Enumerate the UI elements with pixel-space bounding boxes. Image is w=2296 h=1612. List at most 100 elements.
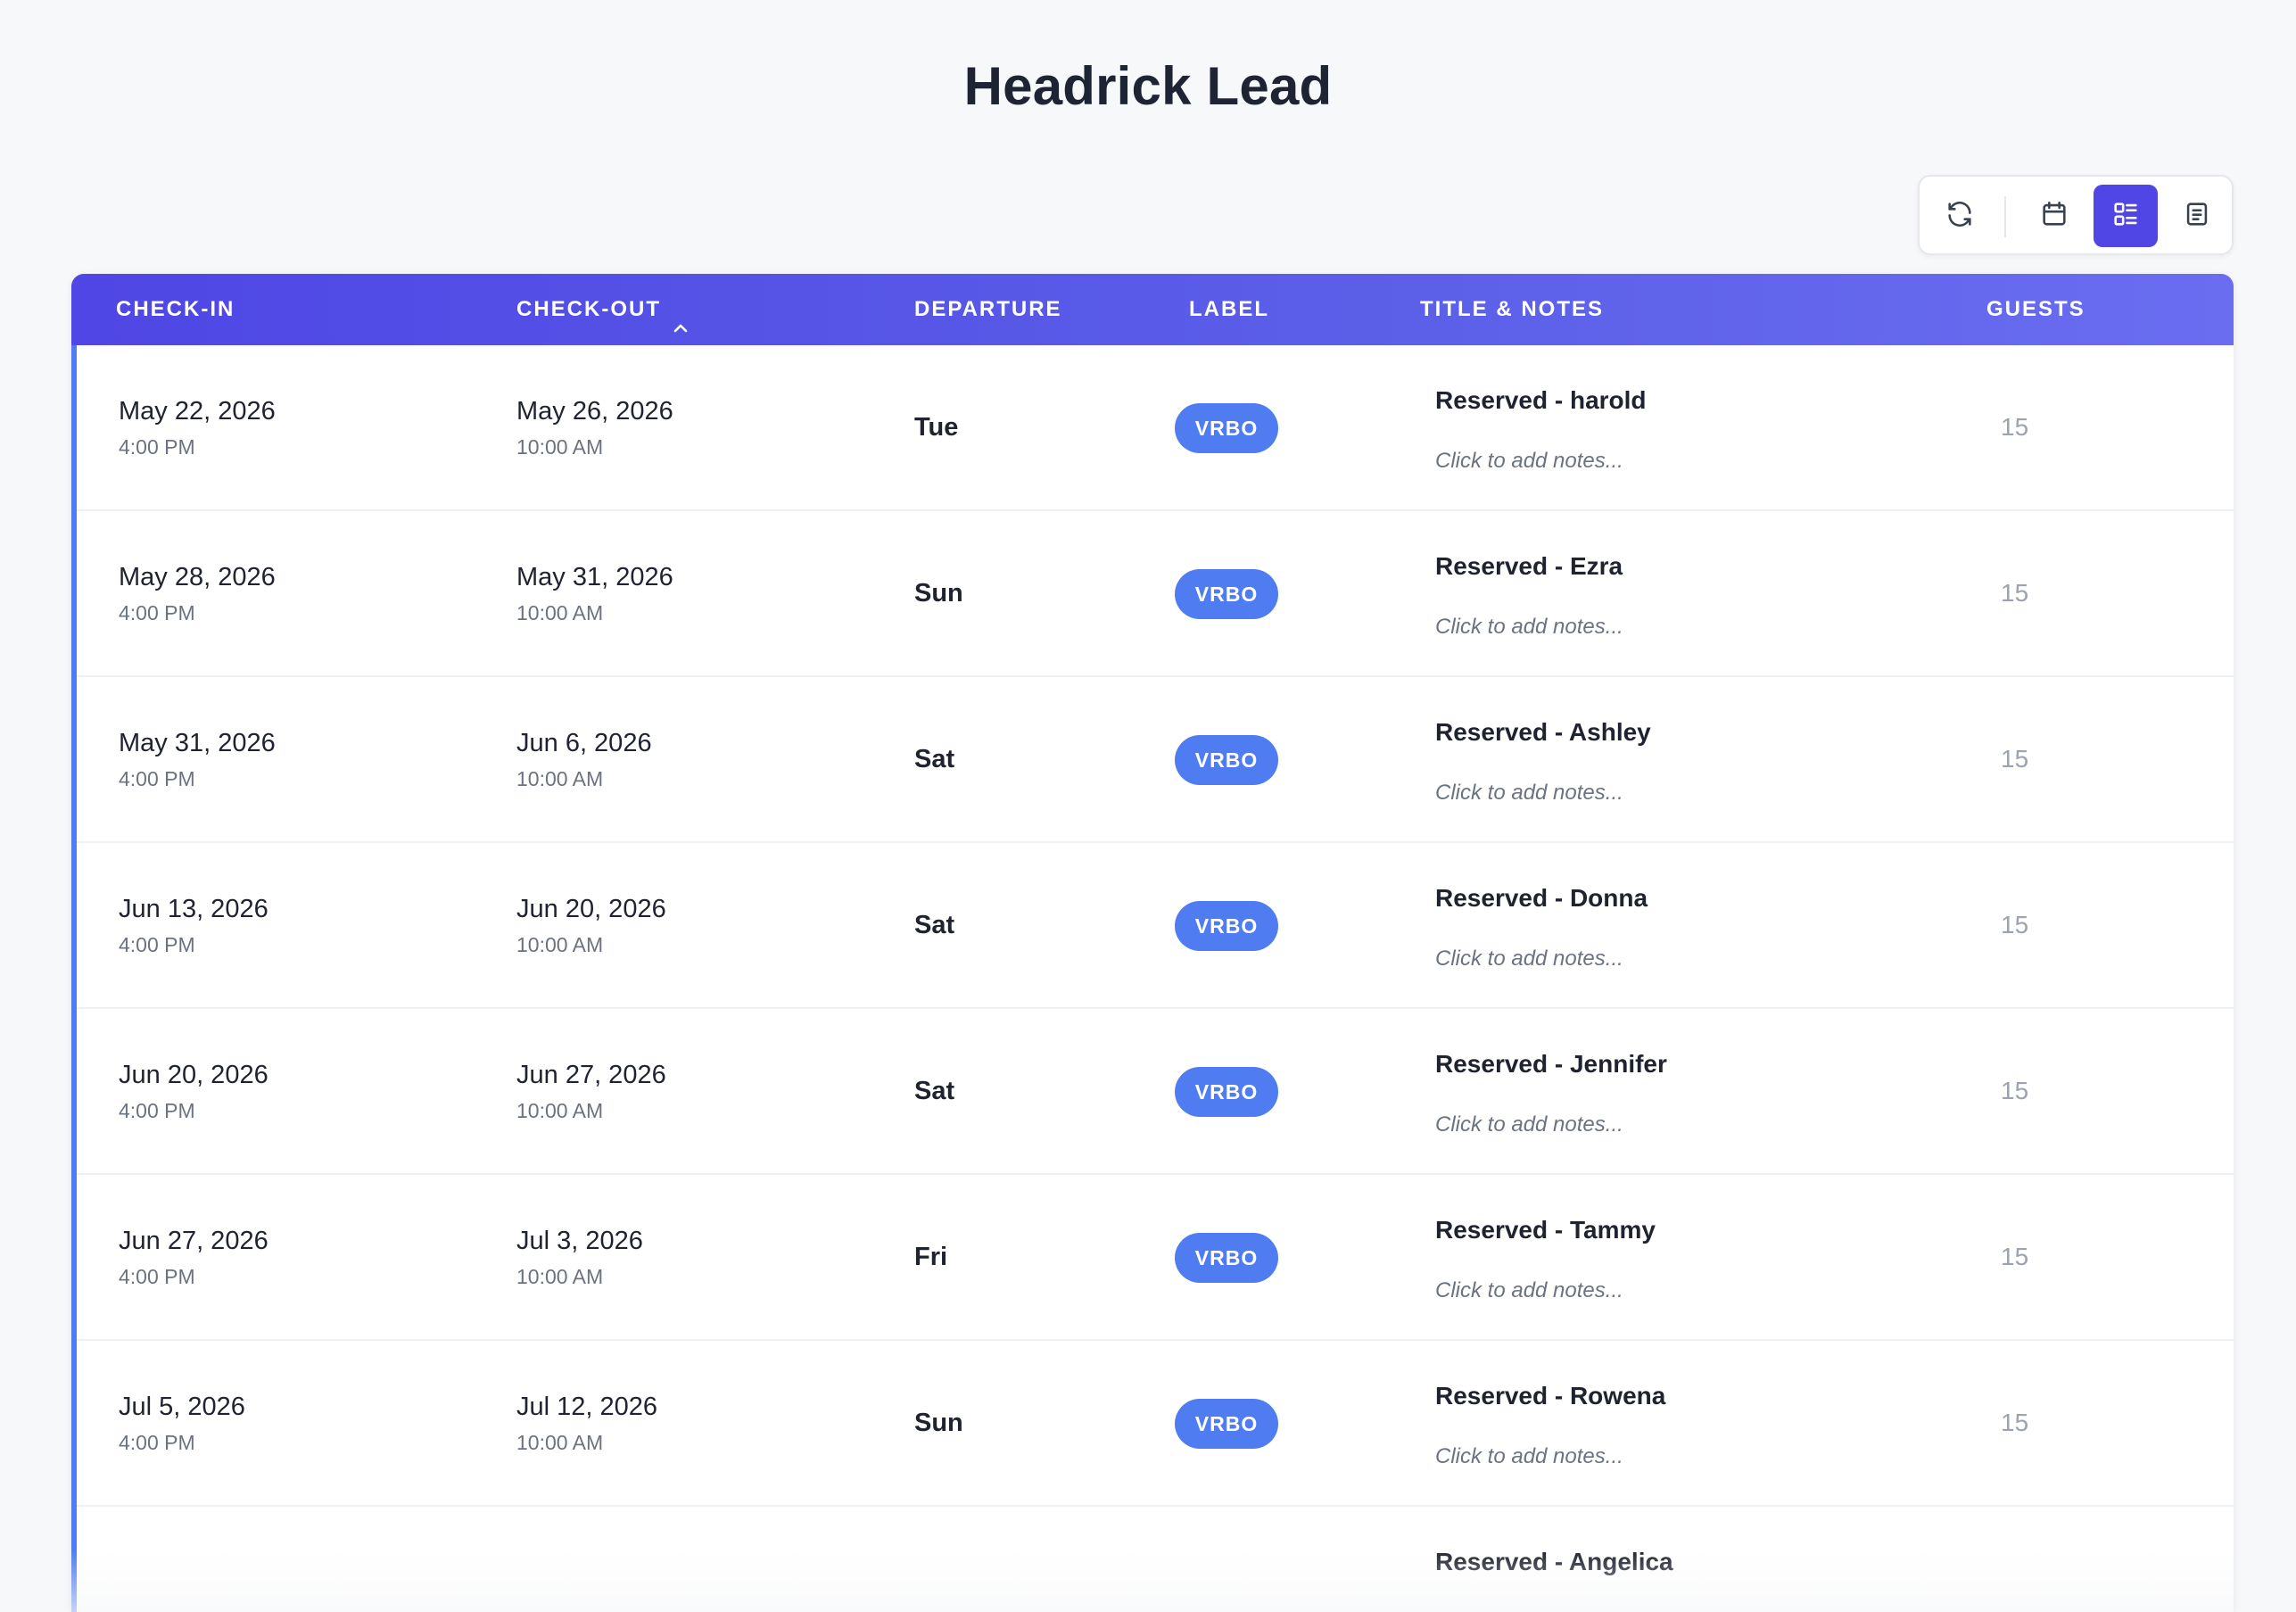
checkin-cell: Jul 5, 2026 4:00 PM	[119, 1393, 245, 1455]
refresh-button[interactable]	[1928, 185, 1992, 247]
reservations-table: CHECK-IN CHECK-OUT DEPARTURE LABEL TITLE…	[71, 274, 2234, 1612]
table-row[interactable]: Jul 5, 2026 4:00 PM Jul 12, 2026 10:00 AM Su…	[77, 1341, 2234, 1507]
label-badge[interactable]: VRBO	[1175, 735, 1278, 785]
checkin-time: 4:00 PM	[119, 601, 195, 624]
checkout-time: 10:00 AM	[516, 1431, 604, 1454]
checkin-time: 4:00 PM	[119, 1099, 195, 1122]
checkin-time: 4:00 PM	[119, 1431, 195, 1454]
checkout-date: Jun 27, 2026	[516, 1061, 666, 1089]
table-row[interactable]: May 31, 2026 4:00 PM Jun 6, 2026 10:00 AM Sa…	[77, 677, 2234, 843]
title-notes-cell: Reserved - Jennifer Click to add notes...	[1435, 1050, 1667, 1137]
checkin-time: 4:00 PM	[119, 435, 195, 459]
table-row[interactable]: May 22, 2026 4:00 PM May 26, 2026 10:00 AM T…	[77, 345, 2234, 511]
reservation-title[interactable]: Reserved - Jennifer	[1435, 1050, 1667, 1079]
notes-placeholder[interactable]: Click to add notes...	[1435, 1278, 1656, 1303]
title-notes-cell: Reserved - Ezra Click to add notes...	[1435, 552, 1623, 640]
guests-count: 15	[2001, 1409, 2029, 1436]
label-cell: VRBO	[1175, 1399, 1278, 1449]
label-cell: VRBO	[1175, 1233, 1278, 1283]
header-checkout-label: CHECK-OUT	[516, 297, 661, 321]
guests-count: 15	[2001, 413, 2029, 441]
table-row[interactable]: May 28, 2026 4:00 PM May 31, 2026 10:00 AM S…	[77, 511, 2234, 677]
header-checkout[interactable]: CHECK-OUT	[516, 274, 691, 345]
reservation-title[interactable]: Reserved - Tammy	[1435, 1216, 1656, 1244]
checkout-time: 10:00 AM	[516, 1099, 604, 1122]
notes-placeholder[interactable]: Click to add notes...	[1435, 1112, 1667, 1137]
checkin-cell: Jun 27, 2026 4:00 PM	[119, 1227, 268, 1289]
checkout-cell: Jul 3, 2026 10:00 AM	[516, 1227, 643, 1289]
checkin-time: 4:00 PM	[119, 933, 195, 956]
reservation-title[interactable]: Reserved - Ashley	[1435, 718, 1651, 747]
reservation-title[interactable]: Reserved - Donna	[1435, 884, 1648, 913]
reservation-title[interactable]: Reserved - Angelica	[1435, 1548, 1673, 1576]
title-notes-cell: Reserved - harold Click to add notes...	[1435, 386, 1647, 474]
checkin-cell: May 31, 2026 4:00 PM	[119, 729, 276, 791]
header-guests[interactable]: GUESTS	[1986, 274, 2085, 345]
label-badge[interactable]: VRBO	[1175, 1233, 1278, 1283]
departure-day: Sun	[914, 1409, 963, 1437]
departure-day: Fri	[914, 1243, 948, 1271]
checkout-cell: Jun 20, 2026 10:00 AM	[516, 895, 666, 957]
notes-placeholder[interactable]: Click to add notes...	[1435, 449, 1647, 474]
calendar-icon	[2039, 199, 2069, 234]
header-checkin[interactable]: CHECK-IN	[116, 274, 235, 345]
label-cell: VRBO	[1175, 403, 1278, 453]
checkout-cell: Jun 27, 2026 10:00 AM	[516, 1061, 666, 1123]
label-badge[interactable]: VRBO	[1175, 403, 1278, 453]
checkin-cell: Jun 20, 2026 4:00 PM	[119, 1061, 268, 1123]
checkin-date: Jun 27, 2026	[119, 1227, 268, 1255]
departure-day: Tue	[914, 413, 959, 442]
guests-count: 15	[2001, 1077, 2029, 1104]
table-row[interactable]: Jun 13, 2026 4:00 PM Jun 20, 2026 10:00 AM S…	[77, 843, 2234, 1009]
checkout-time: 10:00 AM	[516, 1265, 604, 1288]
reservation-title[interactable]: Reserved - harold	[1435, 386, 1647, 415]
checkin-date: May 22, 2026	[119, 397, 276, 426]
checkout-time: 10:00 AM	[516, 767, 604, 790]
checkout-cell: Jul 12, 2026 10:00 AM	[516, 1393, 657, 1455]
table-row[interactable]: Reserved - Angelica	[77, 1507, 2234, 1612]
reservation-title[interactable]: Reserved - Ezra	[1435, 552, 1623, 581]
checkout-time: 10:00 AM	[516, 601, 604, 624]
checkin-date: May 28, 2026	[119, 563, 276, 591]
notes-placeholder[interactable]: Click to add notes...	[1435, 615, 1623, 640]
checkin-cell: May 22, 2026 4:00 PM	[119, 397, 276, 459]
table-row[interactable]: Jun 27, 2026 4:00 PM Jul 3, 2026 10:00 AM Fr…	[77, 1175, 2234, 1341]
guests-count: 15	[2001, 745, 2029, 773]
reservation-title[interactable]: Reserved - Rowena	[1435, 1382, 1665, 1410]
checkout-date: Jul 12, 2026	[516, 1393, 658, 1421]
checkout-date: Jun 6, 2026	[516, 729, 652, 757]
notes-placeholder[interactable]: Click to add notes...	[1435, 781, 1651, 806]
departure-day: Sat	[914, 745, 955, 773]
label-cell: VRBO	[1175, 569, 1278, 619]
page-title: Headrick Lead	[963, 56, 1333, 116]
notes-placeholder[interactable]: Click to add notes...	[1435, 947, 1648, 971]
checkout-time: 10:00 AM	[516, 435, 604, 459]
calendar-view-button[interactable]	[2022, 185, 2086, 247]
departure-day: Sun	[914, 579, 963, 608]
checkin-date: May 31, 2026	[119, 729, 276, 757]
header-departure[interactable]: DEPARTURE	[914, 274, 1062, 345]
guests-count: 15	[2001, 1243, 2029, 1270]
header-label[interactable]: LABEL	[1189, 274, 1269, 345]
notes-placeholder[interactable]: Click to add notes...	[1435, 1444, 1665, 1469]
label-badge[interactable]: VRBO	[1175, 1067, 1278, 1117]
notes-view-button[interactable]	[2165, 185, 2229, 247]
checkin-date: Jun 13, 2026	[119, 895, 268, 923]
checkout-cell: May 31, 2026 10:00 AM	[516, 563, 673, 625]
notes-view-icon	[2182, 199, 2212, 234]
view-toolbar	[1918, 175, 2234, 255]
label-badge[interactable]: VRBO	[1175, 1399, 1278, 1449]
table-header: CHECK-IN CHECK-OUT DEPARTURE LABEL TITLE…	[71, 274, 2234, 345]
checkin-date: Jun 20, 2026	[119, 1061, 268, 1089]
label-badge[interactable]: VRBO	[1175, 901, 1278, 951]
checkout-cell: May 26, 2026 10:00 AM	[516, 397, 673, 459]
refresh-icon	[1945, 199, 1975, 234]
title-notes-cell: Reserved - Donna Click to add notes...	[1435, 884, 1648, 971]
table-row[interactable]: Jun 20, 2026 4:00 PM Jun 27, 2026 10:00 AM S…	[77, 1009, 2234, 1175]
header-title-notes[interactable]: TITLE & NOTES	[1420, 274, 1604, 345]
checkout-date: Jun 20, 2026	[516, 895, 666, 923]
checkout-date: Jul 3, 2026	[516, 1227, 643, 1255]
departure-day: Sat	[914, 911, 955, 939]
list-view-button[interactable]	[2094, 185, 2158, 247]
label-badge[interactable]: VRBO	[1175, 569, 1278, 619]
